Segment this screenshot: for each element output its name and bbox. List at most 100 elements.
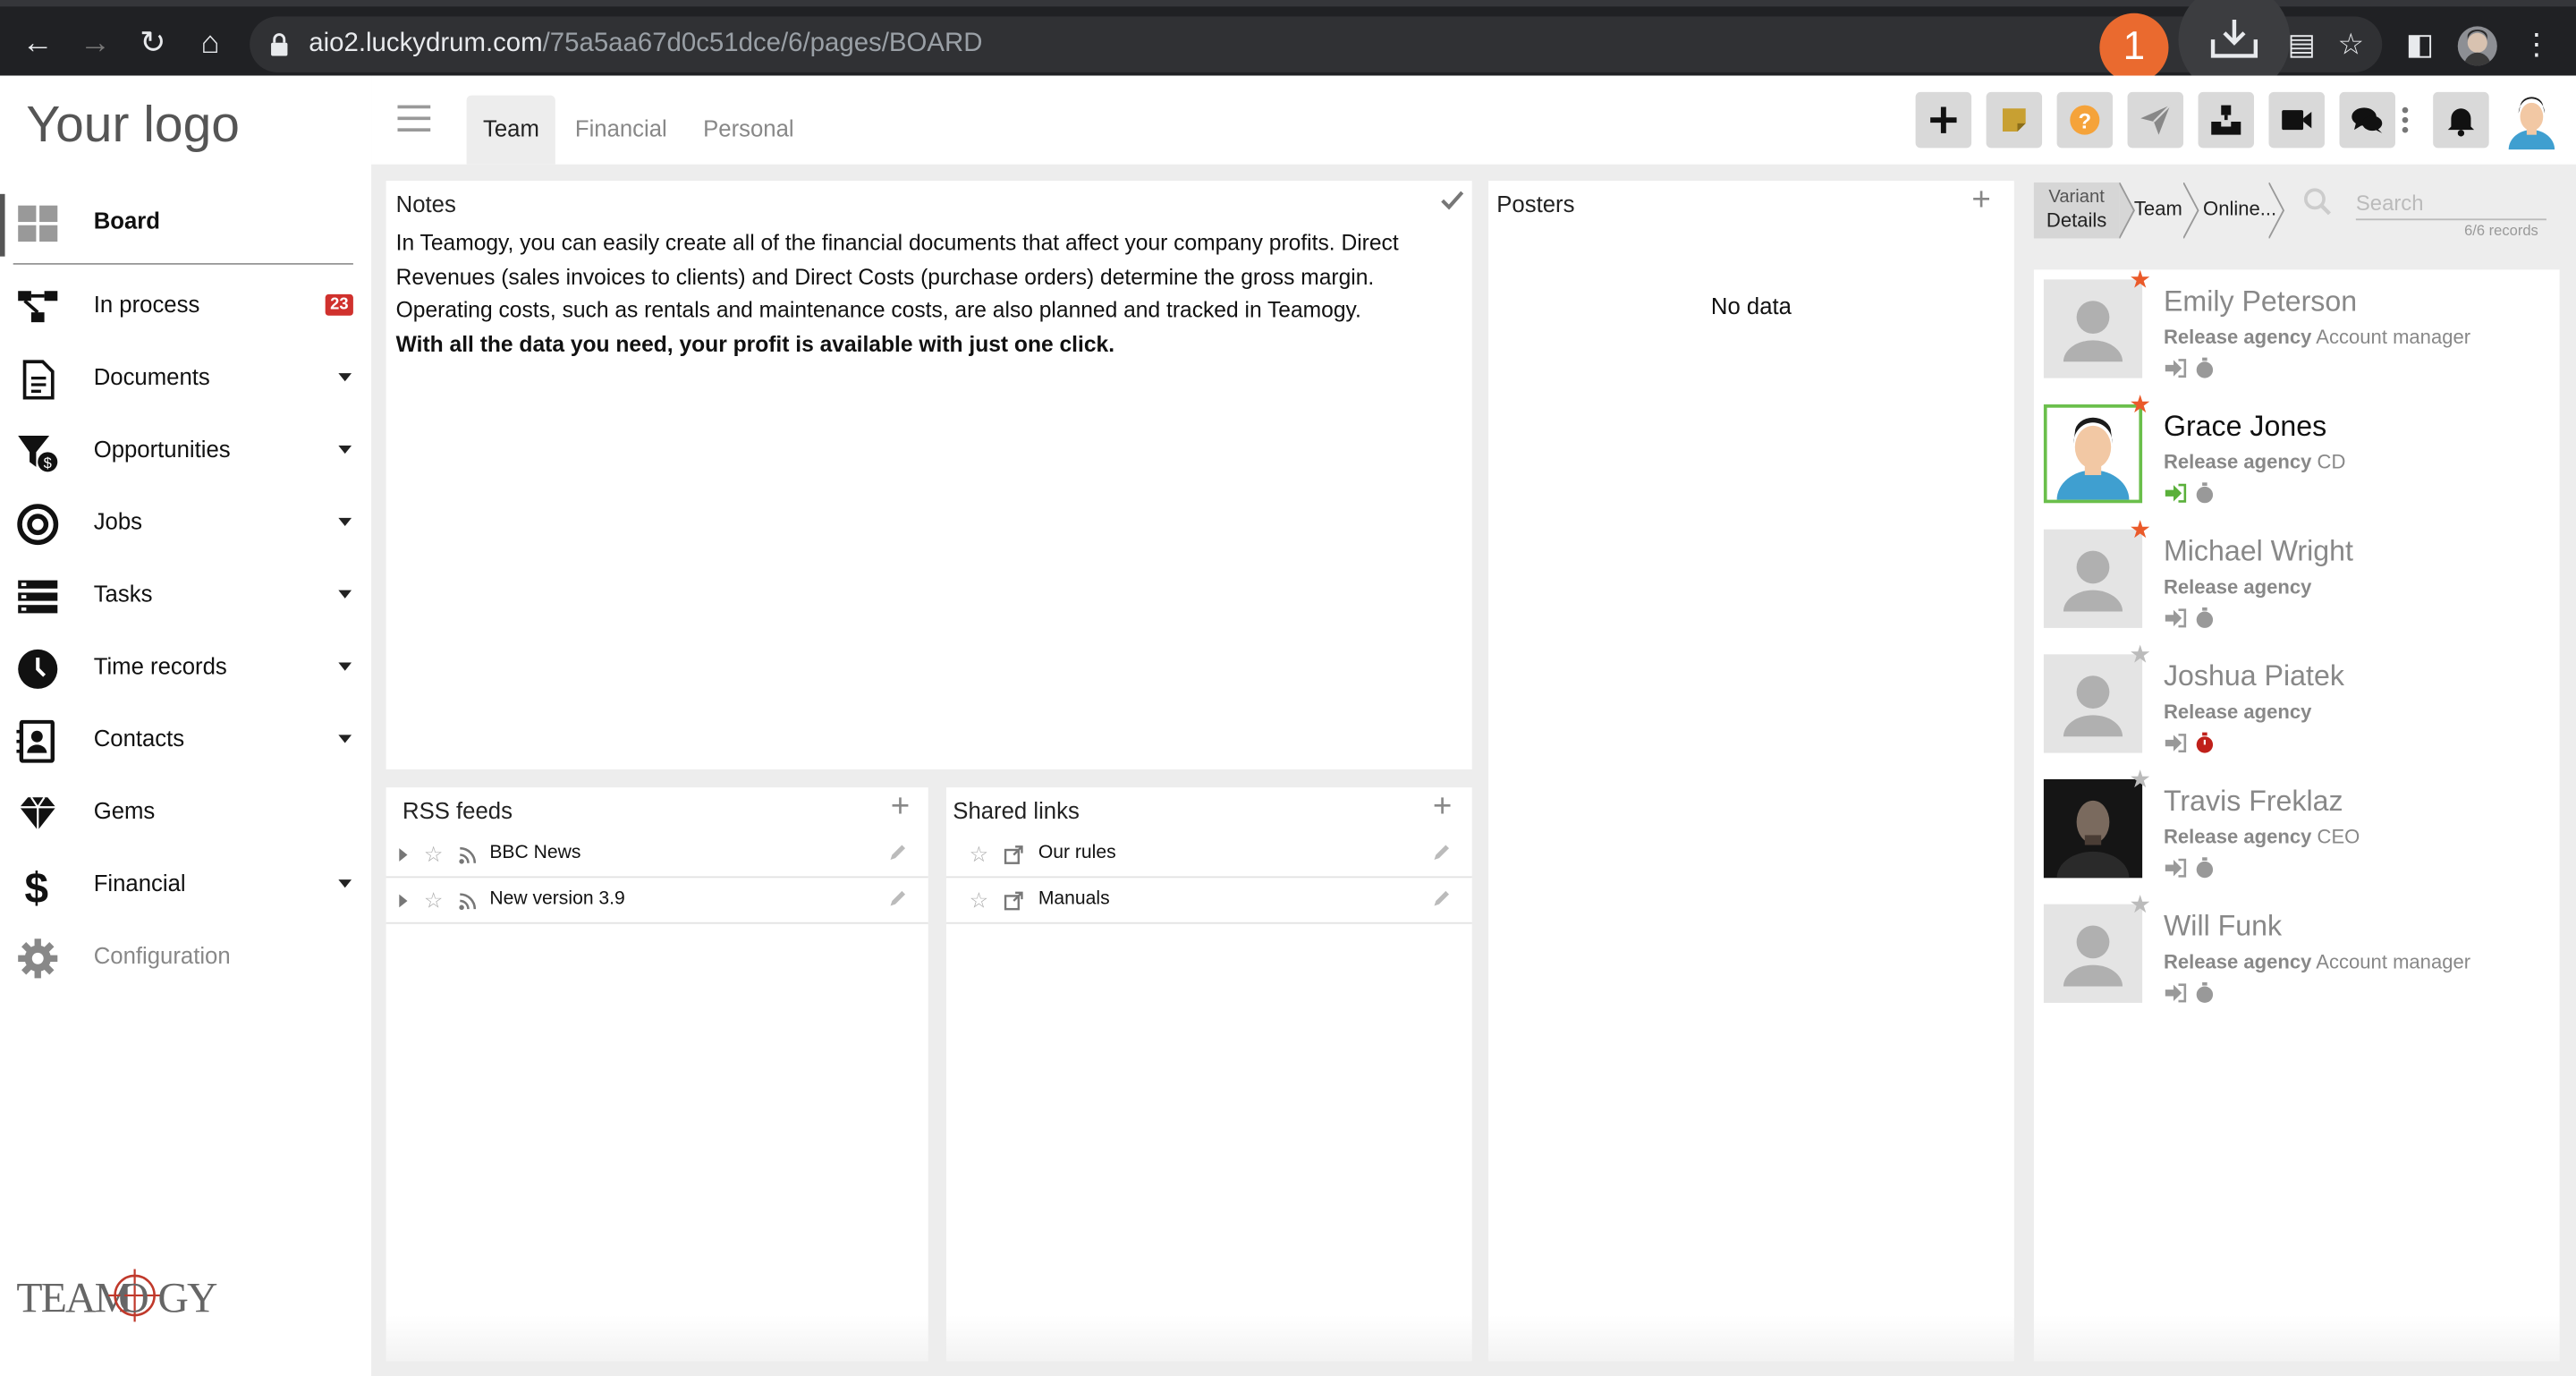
tab-personal[interactable]: Personal <box>687 96 810 165</box>
notifications-button[interactable] <box>2433 91 2489 149</box>
bookmark-star-icon[interactable]: ☆ <box>2333 26 2368 62</box>
left-sidebar: Your logo Board In process 23 Documents … <box>0 75 372 1376</box>
crumb-variant-details[interactable]: Variant Details <box>2033 182 2120 239</box>
expand-icon[interactable] <box>399 848 408 862</box>
star-icon[interactable]: ★ <box>2129 268 2151 293</box>
inbox-button[interactable] <box>2198 91 2254 149</box>
more-icon[interactable] <box>2402 106 2409 135</box>
list-item[interactable]: ★ Grace Jones Release agency CD <box>2034 393 2560 520</box>
chevron-down-icon[interactable] <box>338 662 352 671</box>
star-icon[interactable]: ☆ <box>424 889 443 911</box>
forward-icon[interactable]: → <box>71 20 120 69</box>
grid-icon <box>18 205 58 242</box>
list-item[interactable]: ☆ Our rules <box>945 832 1472 879</box>
home-icon[interactable]: ⌂ <box>186 20 235 69</box>
add-icon <box>1930 106 1957 133</box>
help-button[interactable]: ? <box>2056 91 2114 149</box>
person-name[interactable]: Michael Wright <box>2164 534 2353 569</box>
list-item[interactable]: ★ Will Funk Release agency Account manag… <box>2034 893 2560 1020</box>
dollar-icon: $ <box>25 865 49 908</box>
star-icon[interactable]: ☆ <box>424 844 443 865</box>
list-item[interactable]: ☆ BBC News <box>386 832 928 879</box>
app-topbar: Team Financial Personal ? <box>371 75 2576 165</box>
crumb-online[interactable]: Online... <box>2203 198 2276 221</box>
crumb-team[interactable]: Team <box>2134 198 2182 221</box>
person-name[interactable]: Travis Freklaz <box>2164 784 2343 819</box>
chevron-down-icon[interactable] <box>338 735 352 743</box>
reload-icon[interactable]: ↻ <box>128 20 177 69</box>
sidebar-item-contacts[interactable]: Contacts <box>0 710 371 769</box>
notes-body[interactable]: In Teamogy, you can easily create all of… <box>396 227 1464 362</box>
search-input[interactable] <box>2355 187 2546 221</box>
edit-icon[interactable] <box>1431 844 1451 863</box>
add-icon[interactable]: + <box>887 791 913 824</box>
sidebar-item-financial[interactable]: $ Financial <box>0 855 371 914</box>
star-icon[interactable]: ☆ <box>970 844 988 865</box>
sidebar-item-gems[interactable]: Gems <box>0 783 371 842</box>
share-icon[interactable]: ▤ <box>2284 26 2319 62</box>
star-icon[interactable]: ☆ <box>970 889 988 911</box>
person-name[interactable]: Grace Jones <box>2164 410 2326 445</box>
chat-button[interactable] <box>2339 91 2395 149</box>
add-button[interactable] <box>1915 91 1972 149</box>
tab-team[interactable]: Team <box>466 95 556 165</box>
star-icon[interactable]: ★ <box>2129 768 2151 793</box>
send-button[interactable] <box>2127 91 2184 149</box>
person-name[interactable]: Emily Peterson <box>2164 285 2357 319</box>
sidebar-item-time-records[interactable]: Time records <box>0 638 371 697</box>
chevron-down-icon[interactable] <box>338 373 352 382</box>
add-icon[interactable]: + <box>1968 184 1994 217</box>
sidebar-item-documents[interactable]: Documents <box>0 349 371 408</box>
browser-profile-avatar[interactable] <box>2457 26 2497 66</box>
video-button[interactable] <box>2268 91 2325 149</box>
sidebar-item-tasks[interactable]: Tasks <box>0 565 371 624</box>
list-item[interactable]: ★ Joshua Piatek Release agency <box>2034 642 2560 769</box>
list-item[interactable]: ★ Emily Peterson Release agency Account … <box>2034 268 2560 395</box>
sidebar-item-configuration[interactable]: Configuration <box>0 927 371 986</box>
send-icon <box>2140 104 2172 135</box>
add-icon[interactable]: + <box>1429 791 1455 824</box>
chevron-down-icon[interactable] <box>338 590 352 599</box>
list-item-label: Our rules <box>1038 843 1116 863</box>
list-item[interactable]: ☆ Manuals <box>945 878 1472 924</box>
sidebar-item-opportunities[interactable]: $ Opportunities <box>0 420 371 480</box>
list-item[interactable]: ★ Travis Freklaz Release agency CEO <box>2034 768 2560 895</box>
star-icon[interactable]: ★ <box>2129 393 2151 418</box>
user-avatar[interactable] <box>2502 90 2562 150</box>
star-icon[interactable]: ★ <box>2129 893 2151 918</box>
chevron-down-icon[interactable] <box>338 517 352 527</box>
sidebar-item-board[interactable]: Board <box>0 192 371 251</box>
panel-title: RSS feeds <box>402 797 513 824</box>
expand-icon[interactable] <box>399 894 408 908</box>
app-logo[interactable]: Your logo <box>26 96 240 155</box>
address-bar[interactable]: aio2.luckydrum.com/75a5aa67d0c51dce/6/pa… <box>250 16 2383 72</box>
person-name[interactable]: Joshua Piatek <box>2164 659 2344 694</box>
gear-icon <box>18 939 58 979</box>
list-item[interactable]: ★ Michael Wright Release agency <box>2034 518 2560 645</box>
search-icon[interactable] <box>2303 187 2333 217</box>
browser-menu-icon[interactable]: ⋮ <box>2519 26 2555 62</box>
list-item-label: BBC News <box>489 843 581 863</box>
edit-icon[interactable] <box>887 844 907 863</box>
rss-panel: RSS feeds + ☆ BBC News ☆ New version 3.9 <box>386 787 928 1362</box>
star-icon[interactable]: ★ <box>2129 518 2151 543</box>
edit-icon[interactable] <box>887 889 907 909</box>
check-icon[interactable] <box>1441 191 1464 210</box>
svg-text:O: O <box>118 1274 148 1321</box>
edit-icon[interactable] <box>1431 889 1451 909</box>
sidebar-item-in-process[interactable]: In process 23 <box>0 276 371 336</box>
star-icon[interactable]: ★ <box>2129 642 2151 667</box>
back-icon[interactable]: ← <box>13 20 63 69</box>
list-item[interactable]: ☆ New version 3.9 <box>386 878 928 924</box>
team-list: ★ Emily Peterson Release agency Account … <box>2033 268 2560 1362</box>
side-panel-icon[interactable]: ◧ <box>2402 26 2437 62</box>
sticky-note-button[interactable] <box>1986 91 2043 149</box>
person-name[interactable]: Will Funk <box>2164 909 2282 944</box>
sidebar-item-jobs[interactable]: Jobs <box>0 493 371 552</box>
sign-in-icon <box>2165 359 2187 378</box>
chevron-down-icon[interactable] <box>338 879 352 888</box>
hamburger-menu-icon[interactable] <box>397 105 431 132</box>
chevron-down-icon[interactable] <box>338 445 352 454</box>
timer-icon <box>2196 981 2214 1003</box>
tab-financial[interactable]: Financial <box>558 96 683 165</box>
